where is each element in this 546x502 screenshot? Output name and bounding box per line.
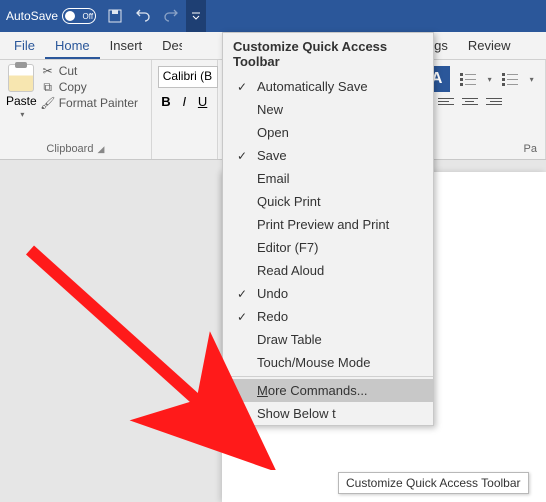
- check-icon: ✓: [231, 80, 253, 94]
- underline-button[interactable]: U: [194, 94, 210, 109]
- menu-item-label: Editor (F7): [257, 240, 318, 255]
- font-name-box[interactable]: Calibri (B: [158, 66, 218, 88]
- autosave-control[interactable]: AutoSave Off: [6, 8, 96, 24]
- menu-item-label: Automatically Save: [257, 79, 368, 94]
- menu-title: Customize Quick Access Toolbar: [223, 33, 433, 75]
- bold-button[interactable]: B: [158, 94, 174, 109]
- menu-show-below[interactable]: Show Below t: [223, 402, 433, 425]
- customize-qat-button[interactable]: [186, 0, 206, 32]
- italic-button[interactable]: I: [176, 94, 192, 109]
- menu-item-label: Redo: [257, 309, 288, 324]
- bullets-button[interactable]: [460, 73, 476, 85]
- menu-item[interactable]: Open: [223, 121, 433, 144]
- tab-home[interactable]: Home: [45, 34, 100, 59]
- font-group: Calibri (B B I U: [152, 60, 218, 159]
- menu-item-label: New: [257, 102, 283, 117]
- menu-item[interactable]: ✓ Undo: [223, 282, 433, 305]
- menu-item-label: Email: [257, 171, 290, 186]
- format-painter-button[interactable]: 🖌Format Painter: [41, 96, 138, 110]
- menu-more-commands[interactable]: More Commands...: [223, 379, 433, 402]
- tab-review[interactable]: Review: [458, 34, 521, 59]
- align-left-button[interactable]: [438, 98, 454, 110]
- align-center-button[interactable]: [462, 98, 478, 110]
- title-bar: AutoSave Off: [0, 0, 546, 32]
- customize-qat-menu: Customize Quick Access Toolbar ✓ Automati…: [222, 32, 434, 426]
- paste-icon: [8, 64, 34, 92]
- check-icon: ✓: [231, 287, 253, 301]
- copy-icon: ⧉: [41, 80, 55, 94]
- menu-item[interactable]: New: [223, 98, 433, 121]
- menu-item[interactable]: Touch/Mouse Mode: [223, 351, 433, 374]
- menu-item-label: Read Aloud: [257, 263, 324, 278]
- menu-item-label: Draw Table: [257, 332, 322, 347]
- clipboard-group-label: Clipboard◢: [6, 141, 145, 157]
- paste-button[interactable]: Paste ▾: [6, 64, 37, 119]
- check-icon: ✓: [231, 149, 253, 163]
- menu-item[interactable]: Print Preview and Print: [223, 213, 433, 236]
- tooltip: Customize Quick Access Toolbar: [338, 472, 529, 494]
- undo-icon[interactable]: [134, 7, 152, 25]
- tab-file[interactable]: File: [4, 34, 45, 59]
- menu-item[interactable]: Quick Print: [223, 190, 433, 213]
- clipboard-group: Paste ▾ ✂Cut ⧉Copy 🖌Format Painter Clipb…: [0, 60, 152, 159]
- menu-item[interactable]: ✓ Automatically Save: [223, 75, 433, 98]
- menu-item[interactable]: Email: [223, 167, 433, 190]
- tab-design[interactable]: Desi: [152, 34, 182, 59]
- menu-item[interactable]: ✓ Redo: [223, 305, 433, 328]
- check-icon: ✓: [231, 310, 253, 324]
- format-painter-icon: 🖌: [41, 96, 55, 110]
- menu-item-label: Save: [257, 148, 287, 163]
- menu-item[interactable]: Read Aloud: [223, 259, 433, 282]
- chevron-down-icon: ▾: [20, 110, 24, 119]
- menu-item-label: Touch/Mouse Mode: [257, 355, 370, 370]
- save-icon[interactable]: [106, 7, 124, 25]
- cut-icon: ✂: [41, 64, 55, 78]
- autosave-label: AutoSave: [6, 9, 58, 23]
- menu-separator: [223, 376, 433, 377]
- menu-item[interactable]: Editor (F7): [223, 236, 433, 259]
- align-right-button[interactable]: [486, 98, 502, 110]
- numbering-button[interactable]: [502, 73, 518, 85]
- paragraph-group-label: Pa: [424, 141, 541, 157]
- autosave-toggle[interactable]: Off: [62, 8, 96, 24]
- quick-access-toolbar: [106, 7, 180, 25]
- copy-button[interactable]: ⧉Copy: [41, 80, 138, 94]
- menu-item[interactable]: Draw Table: [223, 328, 433, 351]
- tab-insert[interactable]: Insert: [100, 34, 153, 59]
- menu-item-label: Open: [257, 125, 289, 140]
- menu-item-label: Undo: [257, 286, 288, 301]
- redo-icon[interactable]: [162, 7, 180, 25]
- menu-item-label: Quick Print: [257, 194, 321, 209]
- dialog-launcher-icon[interactable]: ◢: [97, 144, 104, 154]
- menu-item-label: Print Preview and Print: [257, 217, 389, 232]
- cut-button[interactable]: ✂Cut: [41, 64, 138, 78]
- menu-item[interactable]: ✓ Save: [223, 144, 433, 167]
- paragraph-group: A ▾ ▾ ▾ Pa: [420, 60, 546, 159]
